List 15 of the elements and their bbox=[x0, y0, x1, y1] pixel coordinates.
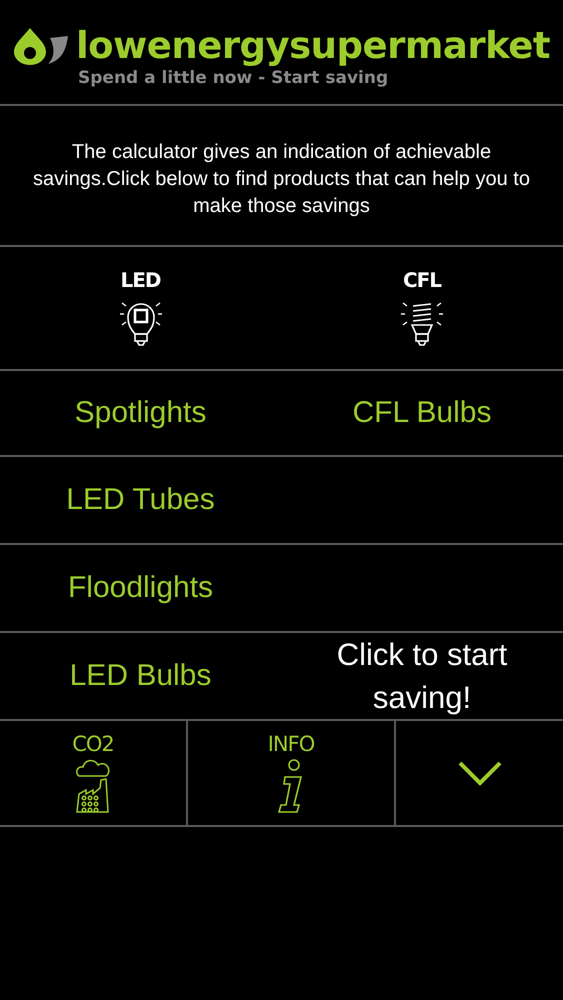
category-link[interactable]: Spotlights bbox=[74, 396, 206, 430]
category-link[interactable]: CFL Bulbs bbox=[352, 396, 492, 430]
brand-name: lowenergysupermarket bbox=[76, 26, 550, 66]
category-link[interactable]: LED Bulbs bbox=[70, 659, 212, 693]
intro-text: The calculator gives an indication of achievable savings.Click below to find products that can help you to make those savings bbox=[0, 106, 563, 247]
category-link[interactable]: Floodlights bbox=[68, 571, 214, 605]
category-heading: CFL bbox=[402, 268, 442, 292]
chevron-down-icon bbox=[456, 760, 502, 786]
info-icon bbox=[277, 758, 305, 814]
category-heading: LED bbox=[120, 268, 160, 292]
tagline: Spend a little now - Start saving bbox=[78, 67, 390, 90]
category-link[interactable]: LED Tubes bbox=[66, 483, 215, 517]
info-button[interactable]: INFO bbox=[188, 721, 396, 825]
co2-button[interactable]: CO2 bbox=[0, 721, 188, 825]
start-saving-link[interactable]: Click to start saving! bbox=[312, 633, 532, 719]
